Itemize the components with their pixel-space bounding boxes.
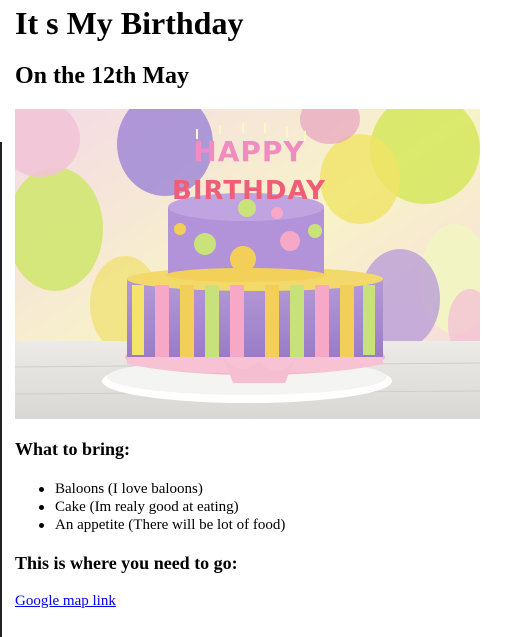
- list-item-label: Cake (Im realy good at eating): [55, 499, 239, 515]
- bullet-icon: [39, 523, 44, 528]
- bullet-icon: [39, 505, 44, 510]
- list-item-label: An appetite (There will be lot of food): [55, 517, 286, 533]
- birthday-cake-image: HAPPY BIRTHDAY: [15, 109, 480, 419]
- list-item: Baloons (I love baloons): [37, 480, 285, 498]
- google-map-link[interactable]: Google map link: [15, 592, 116, 610]
- window-left-edge: [0, 142, 2, 637]
- svg-text:HAPPY: HAPPY: [193, 135, 304, 168]
- page-subtitle: On the 12th May: [15, 63, 189, 89]
- bring-list: Baloons (I love baloons) Cake (Im realy …: [37, 480, 285, 534]
- list-item: An appetite (There will be lot of food): [37, 516, 285, 534]
- page-title: It s My Birthday: [15, 5, 244, 41]
- bullet-icon: [39, 487, 44, 492]
- list-item: Cake (Im realy good at eating): [37, 498, 285, 516]
- location-heading: This is where you need to go:: [15, 553, 238, 573]
- list-item-label: Baloons (I love baloons): [55, 481, 203, 497]
- svg-text:BIRTHDAY: BIRTHDAY: [172, 176, 326, 206]
- what-to-bring-heading: What to bring:: [15, 439, 131, 459]
